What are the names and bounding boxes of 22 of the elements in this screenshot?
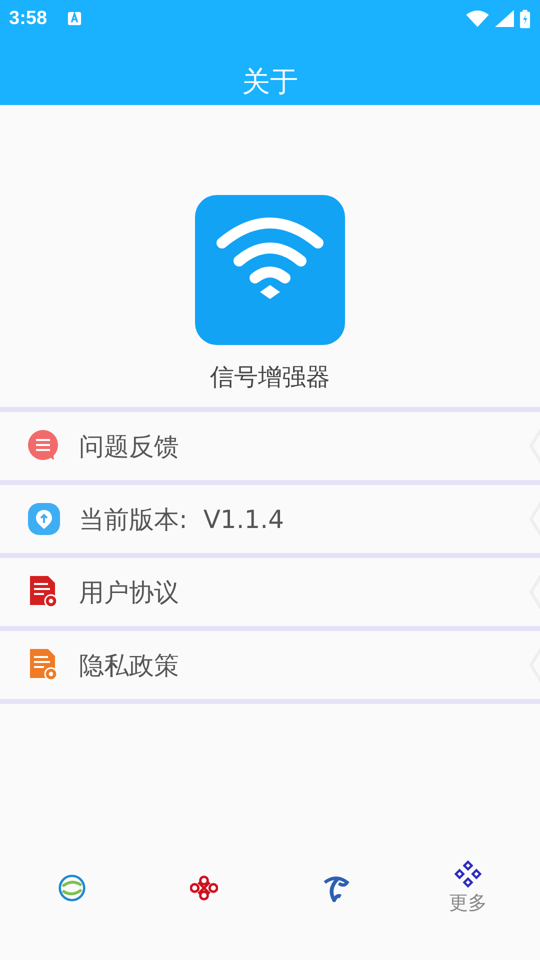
rings-logo-icon[interactable] <box>58 874 86 902</box>
cellular-signal-icon <box>495 10 514 27</box>
status-time: 3:58 <box>9 8 48 30</box>
menu-label: 问题反馈 <box>79 430 179 462</box>
wifi-icon <box>466 10 489 27</box>
knot-logo-icon[interactable] <box>190 874 218 902</box>
swirl-logo-icon[interactable] <box>322 874 350 902</box>
menu-row[interactable]: 隐私政策 <box>0 631 540 704</box>
menu-label: 隐私政策 <box>79 650 179 682</box>
keyboard-notification-icon <box>67 11 82 26</box>
chat-bubble-icon <box>28 430 60 462</box>
menu-row[interactable]: 问题反馈 <box>0 412 540 485</box>
app-logo-icon <box>195 195 345 345</box>
menu-label: 用户协议 <box>79 576 179 608</box>
upload-icon <box>28 503 60 535</box>
app-name: 信号增强器 <box>210 362 330 393</box>
menu-row[interactable]: 用户协议 <box>0 558 540 631</box>
page-title: 关于 <box>242 64 298 100</box>
grid-icon[interactable] <box>454 860 482 888</box>
menu-label: 当前版本: V1.1.4 <box>79 504 284 536</box>
battery-icon <box>520 8 530 28</box>
menu-row[interactable]: 当前版本: V1.1.4 <box>0 485 540 558</box>
